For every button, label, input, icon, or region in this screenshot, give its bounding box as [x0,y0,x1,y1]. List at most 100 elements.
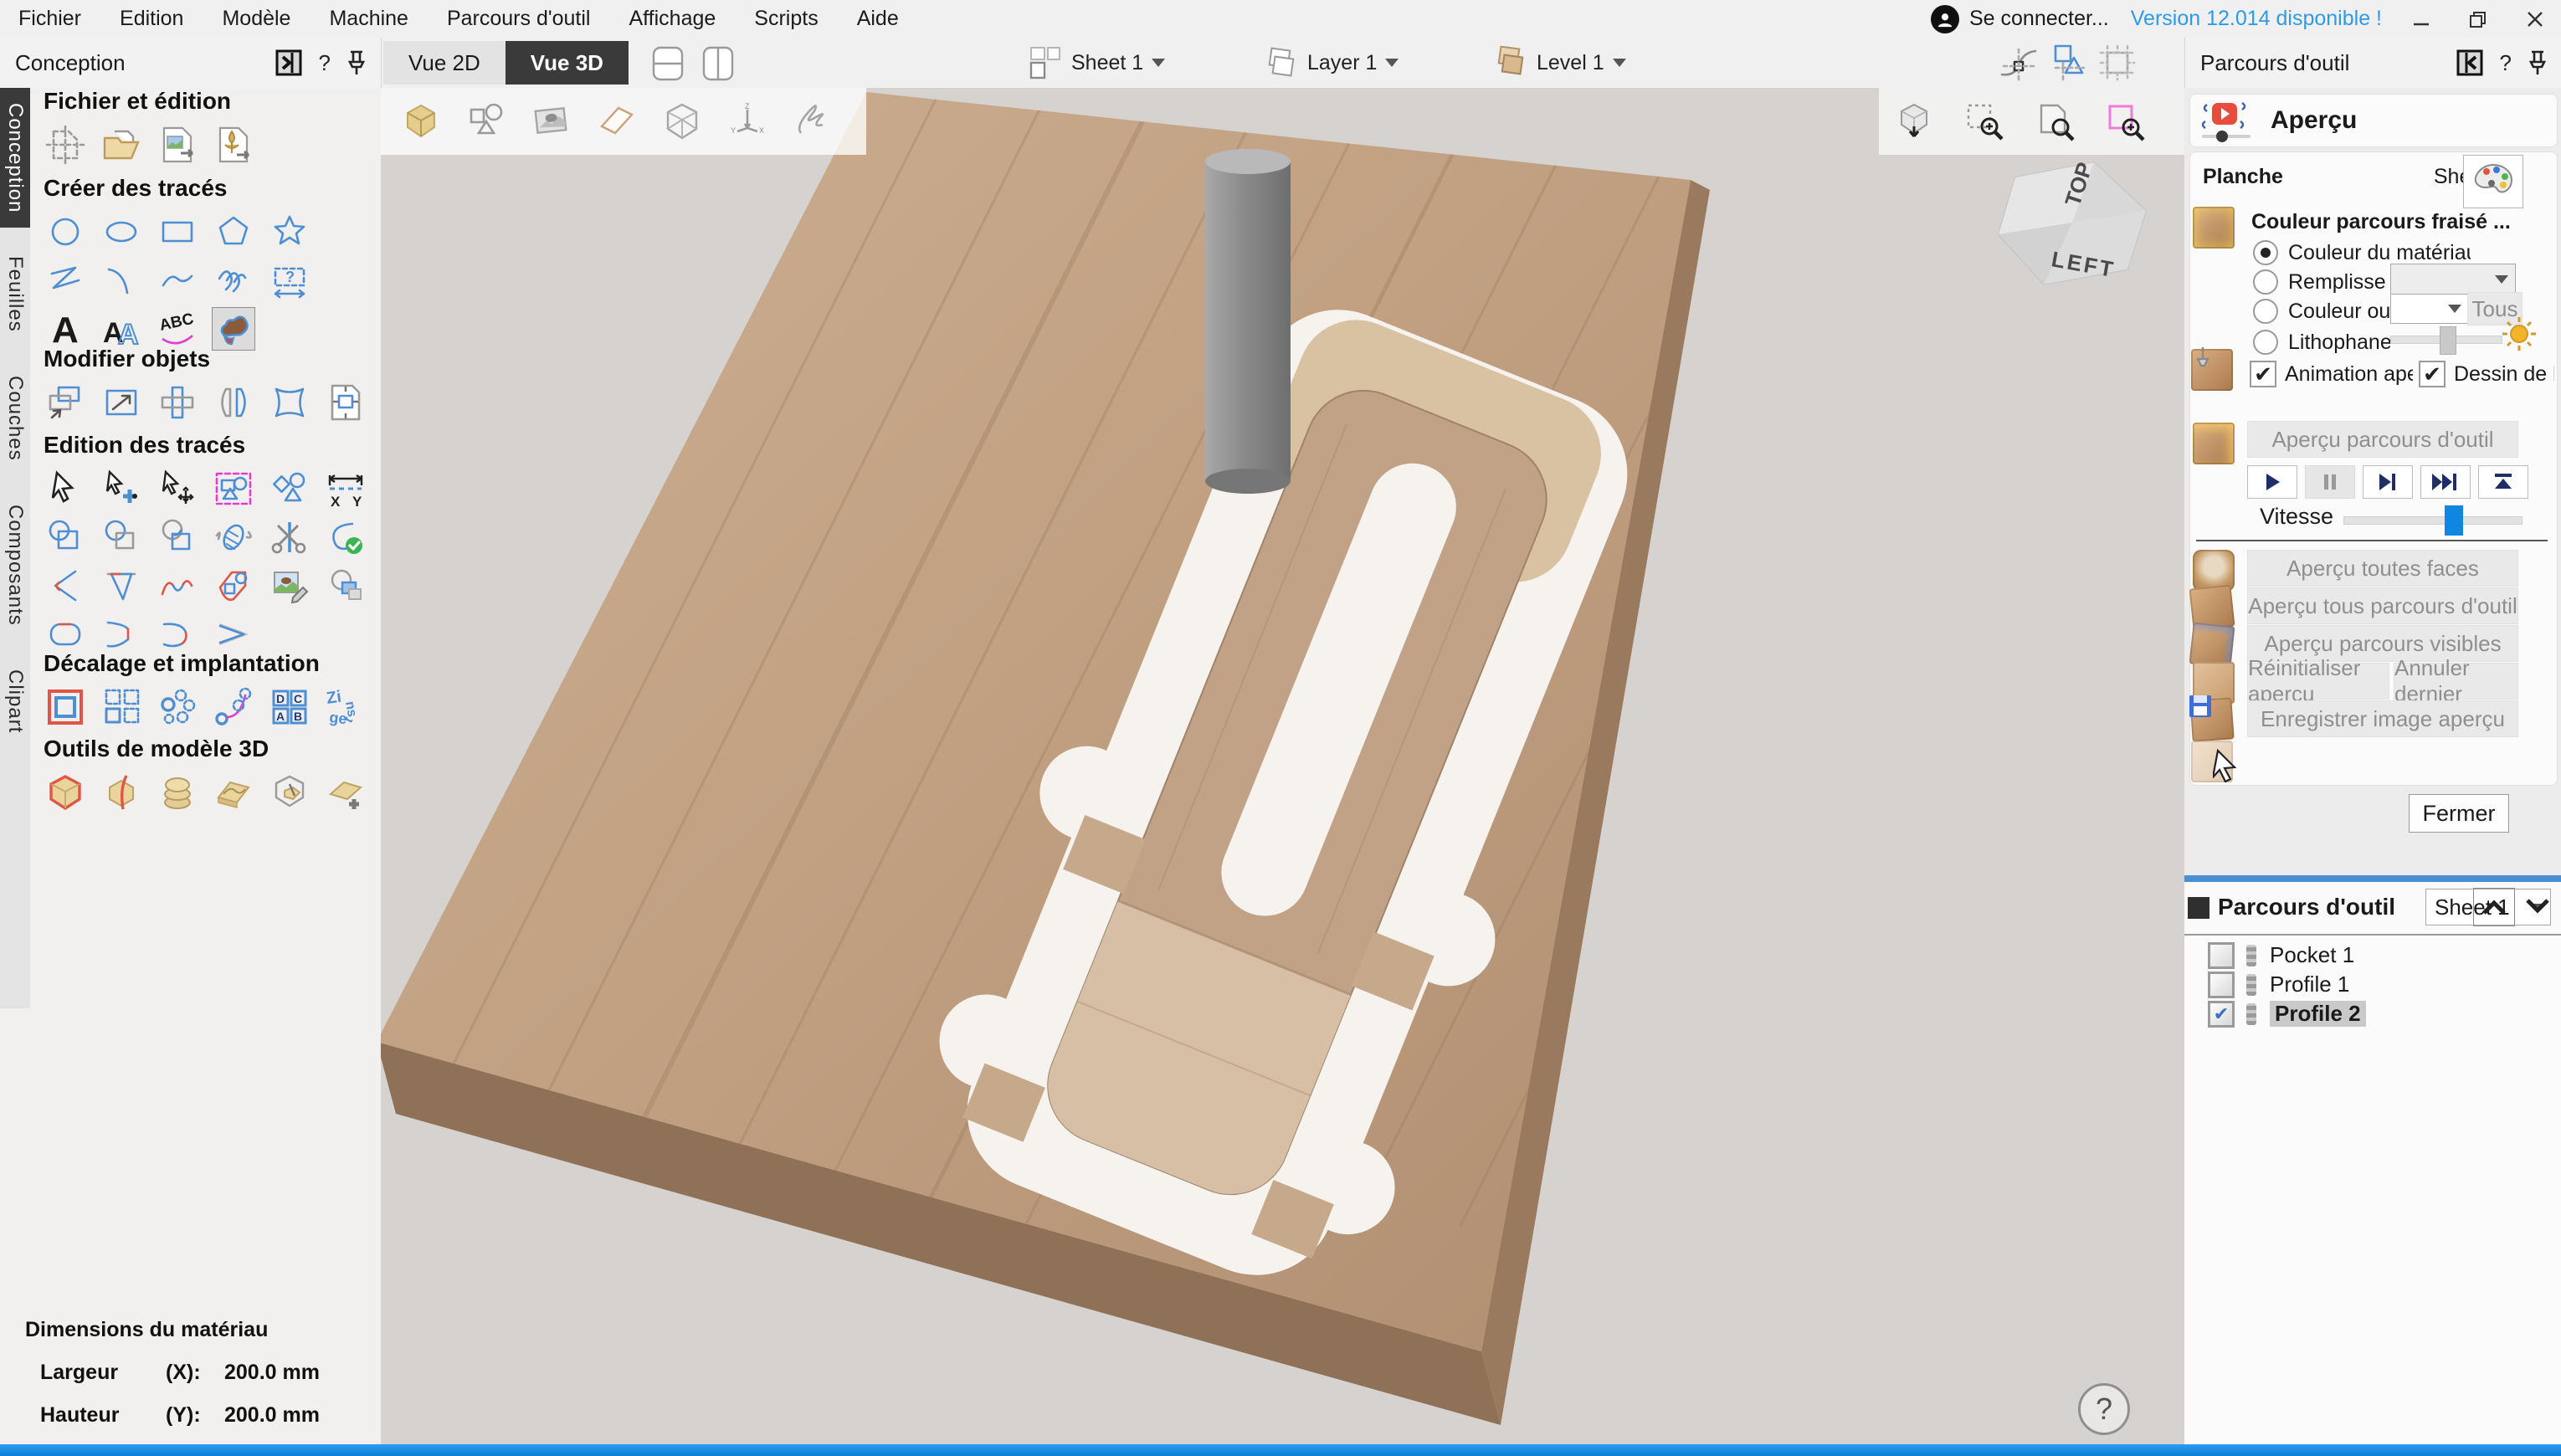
circular-copy-icon[interactable] [156,685,199,729]
menu-edition[interactable]: Edition [120,7,183,31]
toolpath-checkbox[interactable] [2208,972,2235,998]
toolpath-item-pocket-1[interactable]: Pocket 1 [2208,944,2561,966]
close-vector-icon[interactable] [324,515,367,559]
edit-bitmap-icon[interactable] [268,564,311,608]
add-sheet-icon[interactable] [324,771,367,814]
pin-icon[interactable] [2527,49,2548,76]
undo-last-button[interactable]: Annuler dernier [2394,663,2518,700]
view-orientation-cube[interactable]: TOP LEFT [1992,159,2155,293]
zoom-box-icon[interactable] [1963,100,2006,143]
extract-model-icon[interactable] [268,771,311,814]
wireframe-view-icon[interactable] [660,100,704,143]
run-to-end-button[interactable] [2478,465,2528,499]
checkbox-draw-tool[interactable]: ✔Dessin de l'outil [2419,361,2554,387]
pin-icon[interactable] [346,49,367,76]
select-boundary-icon[interactable] [212,467,255,510]
preview-toolpath-button[interactable]: Aperçu parcours d'outil [2247,421,2518,458]
material-color-button[interactable] [2463,155,2523,208]
close-button[interactable] [2517,4,2553,34]
menu-fichier[interactable]: Fichier [18,7,81,31]
tabs-icon[interactable] [212,564,255,608]
toolpath-checkbox[interactable]: ✔ [2208,1001,2235,1028]
job-setup-icon[interactable] [44,123,87,167]
snap-to-nodes-icon[interactable] [1999,43,2040,89]
import-bitmap-icon[interactable] [156,123,199,167]
help-icon[interactable]: ? [2500,50,2512,76]
split-horizontal-icon[interactable] [649,44,687,87]
subtract-icon[interactable] [100,515,143,559]
weld-icon[interactable] [44,515,87,559]
play-button[interactable] [2247,465,2297,499]
level-selector[interactable]: Level 1 [1495,46,1626,79]
draw-rectangle-icon[interactable] [156,210,199,254]
restore-button[interactable] [2461,4,2496,34]
iso-view-icon[interactable] [1892,100,1936,143]
tab-conception[interactable]: Conception [0,88,30,228]
text-on-curve-icon[interactable]: ABC [156,307,199,351]
menu-aide[interactable]: Aide [857,7,899,31]
weld-shapes-icon[interactable] [268,467,311,510]
draw-star-icon[interactable] [268,210,311,254]
set-size-icon[interactable] [100,381,143,424]
show-model-icon[interactable] [399,100,443,143]
texture-model-icon[interactable] [212,771,255,814]
3d-viewport[interactable]: ZYX TOP LEFT ? [381,88,2184,1444]
move-up-button[interactable] [2473,888,2515,926]
menu-modele[interactable]: Modèle [222,7,290,31]
preview-all-toolpaths-button[interactable]: Aperçu tous parcours d'outil [2247,587,2518,624]
radio-material-color[interactable]: Couleur du matériau [2253,240,2471,265]
measure-icon[interactable]: XY [324,467,367,510]
chamfer-icon[interactable] [100,564,143,608]
tab-clipart[interactable]: Clipart [0,654,30,748]
tool-color-dropdown[interactable] [2390,294,2469,324]
draw-arc-icon[interactable] [100,259,143,302]
preview-all-sides-button[interactable]: Aperçu toutes faces [2247,550,2518,587]
axes-icon[interactable]: ZYX [726,100,769,143]
checkbox-animate-preview[interactable]: ✔Animation aperçu [2250,361,2413,387]
draw-text-icon[interactable]: A [44,307,87,351]
move-scale-icon[interactable] [44,381,87,424]
mirror-icon[interactable] [212,381,255,424]
draw-circle-icon[interactable] [44,210,87,254]
auto-text-icon[interactable]: AA [100,307,143,351]
zoom-drawing-icon[interactable] [2033,100,2076,143]
collapse-panel-icon[interactable] [275,49,304,77]
distort-icon[interactable] [268,381,311,424]
pause-button[interactable] [2305,465,2355,499]
sheet-selector[interactable]: Sheet 1 [1029,46,1165,79]
menu-parcours[interactable]: Parcours d'outil [447,7,591,31]
fit-curves-icon[interactable] [156,564,199,608]
draw-polygon-icon[interactable] [212,210,255,254]
import-vectors-icon[interactable] [212,123,255,167]
lithophane-slider[interactable] [2390,336,2502,344]
menu-machine[interactable]: Machine [329,7,408,31]
toolpath-item-profile-1[interactable]: Profile 1 [2208,973,2561,996]
toolpath-checkbox[interactable] [2208,942,2235,969]
sign-in-button[interactable]: Se connecter... [1931,5,2109,33]
collapse-panel-icon[interactable] [2456,49,2485,77]
array-copy-icon[interactable] [100,685,143,729]
delete-preview-icon[interactable] [2191,741,2233,782]
split-vertical-icon[interactable] [699,44,737,87]
show-material-icon[interactable] [595,100,639,143]
open-file-icon[interactable] [100,123,143,167]
stack-slices-icon[interactable] [156,771,199,814]
draw-ellipse-icon[interactable] [100,210,143,254]
fast-forward-button[interactable] [2420,465,2471,499]
trim-icon[interactable] [268,515,311,559]
crop-bitmap-icon[interactable] [324,564,367,608]
move-nodes-icon[interactable] [156,467,199,510]
model-boundary-icon[interactable] [44,771,87,814]
show-vectors-icon[interactable] [464,100,508,143]
reset-preview-button[interactable]: Réinitialiser aperçu [2247,663,2389,700]
minimize-button[interactable] [2404,4,2439,34]
help-icon[interactable]: ? [319,50,331,76]
update-link[interactable]: Version 12.014 disponible ! [2131,7,2382,31]
zoom-selection-icon[interactable] [2103,100,2147,143]
tab-couches[interactable]: Couches [0,361,30,476]
block-copy-icon[interactable]: DCAB [268,685,311,729]
toolpath-item-profile-2[interactable]: ✔Profile 2 [2208,1002,2561,1025]
slice-model-icon[interactable] [100,771,143,814]
tab-vue-2d[interactable]: Vue 2D [383,41,506,85]
dimension-icon[interactable]: ? [268,259,311,302]
